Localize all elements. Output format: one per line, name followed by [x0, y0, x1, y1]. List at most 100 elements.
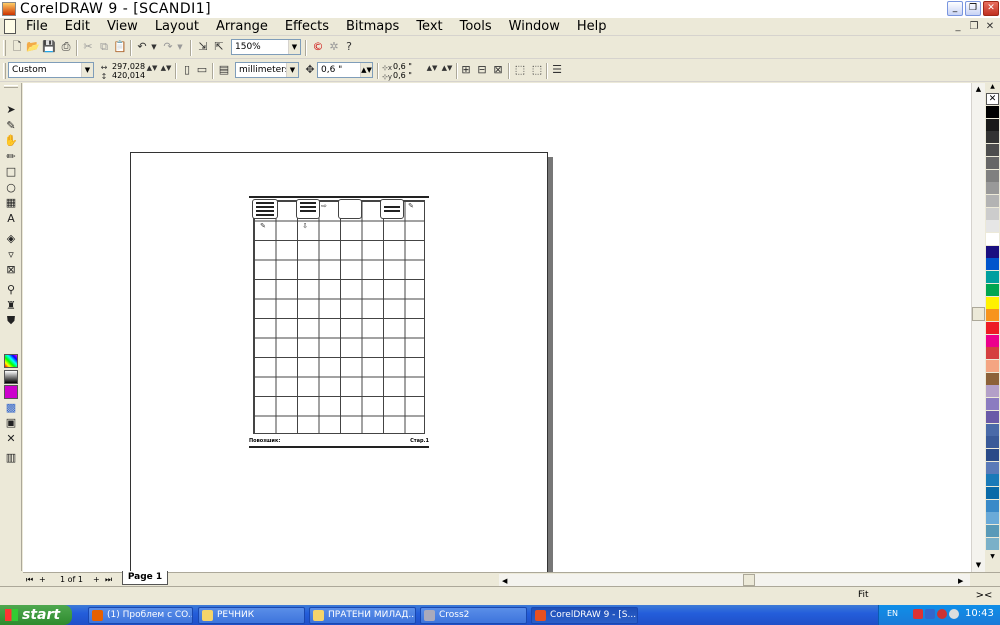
height-spin-icon[interactable]: ▲▼ — [159, 61, 173, 75]
chevron-down-icon[interactable]: ▼ — [81, 63, 93, 77]
scroll-down-icon[interactable]: ▼ — [972, 559, 985, 572]
taskbar-item-folder[interactable]: РЕЧНИК — [198, 607, 305, 624]
color-swatch[interactable] — [986, 512, 999, 526]
interactive-fill-tool-icon[interactable]: ◈ — [4, 232, 18, 246]
color-swatch[interactable] — [986, 131, 999, 145]
corel-application-launcher-icon[interactable]: © — [311, 40, 325, 54]
open-icon[interactable]: 📂 — [26, 40, 40, 54]
vertical-scrollbar[interactable]: ▲ ▼ — [971, 83, 985, 572]
color-swatch[interactable] — [986, 372, 999, 386]
tray-volume-icon[interactable] — [949, 609, 959, 619]
color-swatch[interactable] — [986, 144, 999, 158]
document-icon[interactable] — [4, 19, 16, 34]
freehand-tool-icon[interactable]: ✏ — [4, 150, 18, 164]
snap-to-grid-icon[interactable]: ⊞ — [459, 63, 473, 77]
page-counter[interactable]: 1 of 1 — [60, 574, 83, 586]
new-icon[interactable]: 🗋 — [10, 40, 24, 54]
color-swatch[interactable] — [986, 207, 999, 221]
import-icon[interactable]: ⇲ — [196, 40, 210, 54]
fill-tool-icon[interactable]: ⛊ — [4, 314, 18, 328]
taskbar-item-firefox[interactable]: (1) Проблем с CO... — [88, 607, 193, 624]
pan-tool-icon[interactable]: ✋ — [4, 134, 18, 148]
chevron-down-icon[interactable]: ▼ — [286, 63, 298, 77]
doc-restore-button[interactable]: ❐ — [967, 20, 981, 33]
color-swatch[interactable] — [986, 245, 999, 259]
color-swatch[interactable] — [986, 321, 999, 335]
toolbar-grip[interactable] — [3, 40, 6, 56]
page-height-field[interactable]: 420,014 — [112, 71, 145, 80]
options-icon[interactable]: ☰ — [550, 63, 564, 77]
copy-icon[interactable]: ⧉ — [97, 40, 111, 54]
palette-scroll-up-icon[interactable]: ▲ — [986, 83, 999, 92]
tray-app-icon[interactable] — [937, 609, 947, 619]
treat-as-filled-icon[interactable]: ⬚ — [513, 63, 527, 77]
page-tab[interactable]: Page 1 — [122, 571, 168, 585]
no-color-swatch[interactable]: ✕ — [986, 93, 999, 105]
start-button[interactable]: start — [0, 605, 72, 625]
color-swatch[interactable] — [986, 537, 999, 551]
units-combo[interactable]: millimeters ▼ — [235, 62, 299, 78]
paper-type-combo[interactable]: Custom ▼ — [8, 62, 94, 78]
menu-arrange[interactable]: Arrange — [216, 18, 268, 36]
width-spin-icon[interactable]: ▲▼ — [145, 61, 159, 75]
pick-tool-icon[interactable]: ➤ — [4, 103, 18, 117]
menu-help[interactable]: Help — [577, 18, 607, 36]
taskbar-item-cross2[interactable]: Cross2 — [420, 607, 527, 624]
corel-online-icon[interactable]: ✲ — [327, 40, 341, 54]
menu-text[interactable]: Text — [416, 18, 442, 36]
scroll-up-icon[interactable]: ▲ — [972, 83, 985, 96]
tray-network-icon[interactable] — [925, 609, 935, 619]
color-swatch[interactable] — [986, 309, 999, 323]
add-page-after-icon[interactable]: + — [93, 574, 100, 586]
color-swatch[interactable] — [986, 220, 999, 234]
form-header-cell[interactable] — [338, 199, 362, 219]
status-toggle-icon[interactable]: >< — [970, 589, 998, 603]
color-swatch[interactable] — [986, 194, 999, 208]
first-page-icon[interactable]: ⏮ — [26, 574, 33, 586]
shape-tool-icon[interactable]: ✎ — [4, 119, 18, 133]
last-page-icon[interactable]: ⏭ — [105, 574, 112, 586]
color-docker-icon[interactable]: ▥ — [4, 451, 18, 465]
chevron-down-icon[interactable]: ▼ — [288, 40, 300, 54]
color-swatch[interactable] — [986, 347, 999, 361]
color-swatch[interactable] — [986, 499, 999, 513]
text-tool-icon[interactable]: A — [4, 212, 18, 226]
minimize-button[interactable]: _ — [947, 1, 963, 16]
portrait-icon[interactable]: ▯ — [180, 63, 194, 77]
drawing-canvas[interactable]: ✎ ⇩ ⇨ ✎ Повозшик: Стар.1 — [23, 83, 971, 573]
pattern-fill-icon[interactable] — [4, 385, 18, 399]
doc-close-button[interactable]: ✕ — [983, 20, 997, 33]
color-swatch[interactable] — [986, 398, 999, 412]
page-width-field[interactable]: 297,028 — [112, 62, 145, 71]
color-swatch[interactable] — [986, 118, 999, 132]
coreldraw-app-icon[interactable] — [2, 2, 16, 16]
document-page[interactable]: ✎ ⇩ ⇨ ✎ Повозшик: Стар.1 — [130, 152, 548, 573]
snap-to-objects-icon[interactable]: ⊠ — [491, 63, 505, 77]
menu-effects[interactable]: Effects — [285, 18, 329, 36]
interactive-transparency-tool-icon[interactable]: ▿ — [4, 248, 18, 262]
color-swatch[interactable] — [986, 525, 999, 539]
color-swatch[interactable] — [986, 156, 999, 170]
color-swatch[interactable] — [986, 334, 999, 348]
outline-tool-icon[interactable]: ♜ — [4, 299, 18, 313]
color-swatch[interactable] — [986, 106, 999, 119]
duplicate-x-field[interactable]: 0,6 " — [393, 62, 412, 71]
form-grid[interactable] — [253, 200, 425, 434]
whats-this-help-icon[interactable]: ? — [342, 40, 356, 54]
duplicate-y-spin-icon[interactable]: ▲▼ — [440, 61, 454, 75]
menu-layout[interactable]: Layout — [155, 18, 199, 36]
redo-dropdown-icon[interactable]: ▼ — [173, 40, 187, 54]
postscript-fill-icon[interactable]: ▣ — [4, 416, 18, 430]
save-icon[interactable]: 💾 — [42, 40, 56, 54]
graph-paper-tool-icon[interactable]: ▦ — [4, 196, 18, 210]
horizontal-scrollbar[interactable]: ◀ ▶ — [499, 574, 970, 586]
cut-icon[interactable]: ✂ — [81, 40, 95, 54]
palette-scroll-down-icon[interactable]: ▼ — [986, 553, 999, 562]
landscape-icon[interactable]: ▭ — [195, 63, 209, 77]
restore-button[interactable]: ❐ — [965, 1, 981, 16]
ellipse-tool-icon[interactable]: ○ — [4, 181, 18, 195]
menu-view[interactable]: View — [107, 18, 138, 36]
duplicate-x-spin-icon[interactable]: ▲▼ — [425, 61, 439, 75]
toolbar-grip[interactable] — [3, 63, 6, 79]
close-button[interactable]: ✕ — [983, 1, 999, 16]
